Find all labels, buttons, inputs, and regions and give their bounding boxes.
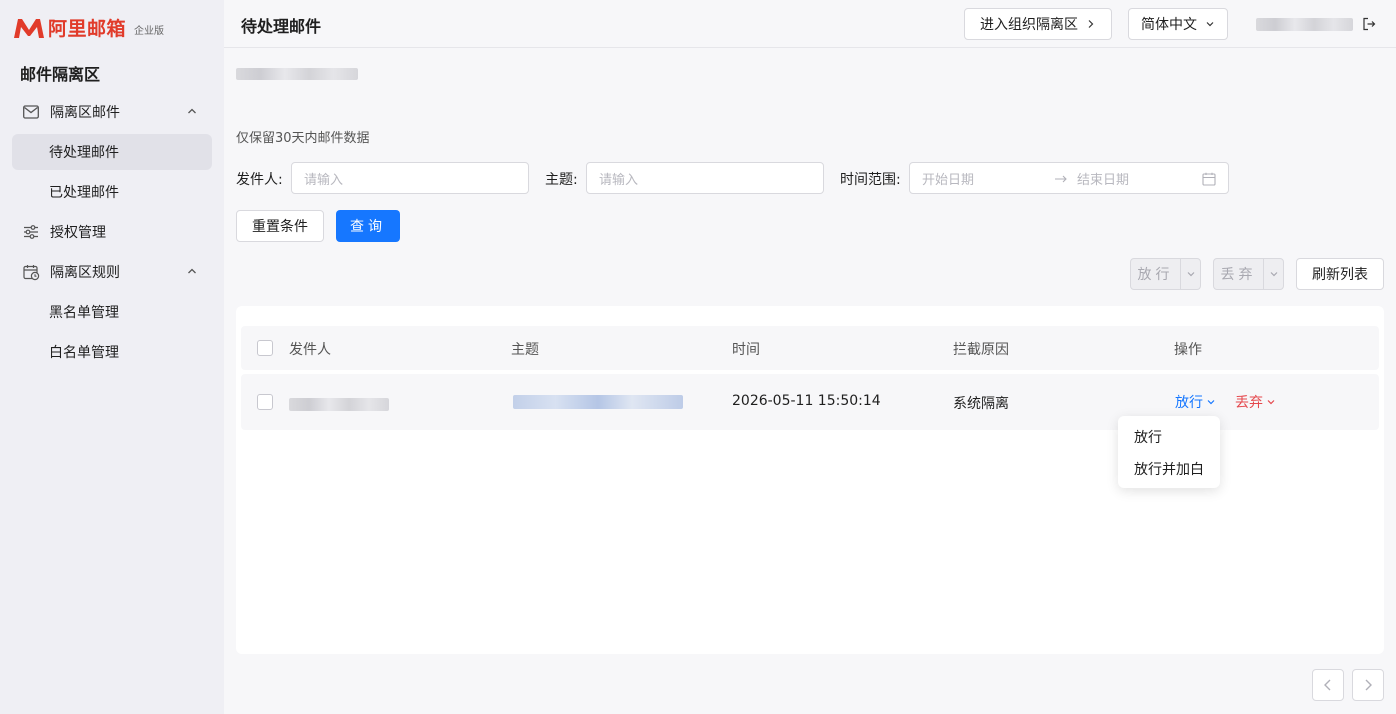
chevron-left-icon <box>1324 679 1331 691</box>
row-time: 2026-05-11 15:50:14 <box>732 393 881 409</box>
sidebar-item-label: 待处理邮件 <box>49 145 119 161</box>
end-date-placeholder[interactable]: 结束日期 <box>1077 169 1129 188</box>
logo: 阿里邮箱 企业版 <box>12 14 164 41</box>
calendar-clock-icon <box>22 263 40 281</box>
batch-release-label: 放行 <box>1137 267 1174 283</box>
refresh-label: 刷新列表 <box>1312 267 1368 283</box>
retention-notice: 仅保留30天内邮件数据 <box>236 131 370 146</box>
sender-redacted <box>289 398 389 411</box>
column-header-subject: 主题 <box>511 342 539 358</box>
enter-org-label: 进入组织隔离区 <box>980 17 1078 33</box>
batch-discard-label: 丢弃 <box>1220 267 1257 283</box>
start-date-placeholder[interactable]: 开始日期 <box>922 169 974 188</box>
chevron-up-icon <box>188 268 196 274</box>
row-release-dropdown[interactable]: 放行 <box>1175 392 1216 412</box>
sidebar-section-title: 邮件隔离区 <box>20 65 101 84</box>
prev-page-button[interactable] <box>1312 669 1344 701</box>
enter-org-quarantine-button[interactable]: 进入组织隔离区 <box>964 8 1112 40</box>
logo-m-icon <box>14 18 44 38</box>
query-label: 查询 <box>350 219 386 235</box>
language-select[interactable]: 简体中文 <box>1128 8 1228 40</box>
column-header-actions: 操作 <box>1174 342 1202 358</box>
release-dropdown-menu: 放行 放行并加白 <box>1118 416 1220 488</box>
language-label: 简体中文 <box>1141 17 1197 33</box>
next-page-button[interactable] <box>1352 669 1384 701</box>
row-checkbox[interactable] <box>257 394 273 410</box>
subject-filter-label: 主题: <box>545 172 578 188</box>
row-discard-dropdown[interactable]: 丢弃 <box>1235 392 1276 412</box>
chevron-down-icon[interactable] <box>1263 259 1283 289</box>
sidebar-item-quarantine-mail[interactable]: 隔离区邮件 <box>12 94 212 130</box>
sidebar-item-label: 隔离区邮件 <box>50 105 120 121</box>
mail-icon <box>22 103 40 121</box>
sidebar-item-label: 已处理邮件 <box>49 185 119 201</box>
query-button[interactable]: 查询 <box>336 210 400 242</box>
sidebar-item-label: 黑名单管理 <box>49 305 119 321</box>
main-content: 仅保留30天内邮件数据 发件人: 请输入 主题: 请输入 时间范围: 开始日期 … <box>224 48 1396 714</box>
arrow-right-icon <box>1055 175 1067 183</box>
sidebar-item-pending[interactable]: 待处理邮件 <box>12 134 212 170</box>
time-range-label: 时间范围: <box>840 172 901 188</box>
subject-link-redacted[interactable] <box>513 395 683 409</box>
reset-label: 重置条件 <box>252 219 308 235</box>
column-header-sender: 发件人 <box>289 342 331 358</box>
calendar-icon <box>1202 172 1216 186</box>
account-email-redacted <box>236 68 358 80</box>
column-header-time: 时间 <box>732 342 760 358</box>
sidebar-item-authorization[interactable]: 授权管理 <box>12 214 212 250</box>
row-reason: 系统隔离 <box>953 396 1009 412</box>
chevron-down-icon <box>1206 22 1214 27</box>
subject-placeholder: 请输入 <box>599 172 639 188</box>
batch-release-button[interactable]: 放行 <box>1130 258 1201 290</box>
sender-input[interactable]: 请输入 <box>291 162 529 194</box>
chevron-up-icon <box>188 108 196 114</box>
sidebar-item-quarantine-rules[interactable]: 隔离区规则 <box>12 254 212 290</box>
menu-item-release[interactable]: 放行 <box>1118 422 1220 454</box>
sliders-icon <box>22 223 40 241</box>
sender-filter-label: 发件人: <box>236 172 283 188</box>
sidebar-item-processed[interactable]: 已处理邮件 <box>12 174 212 210</box>
sidebar-item-blacklist[interactable]: 黑名单管理 <box>12 294 212 330</box>
logout-icon[interactable] <box>1362 17 1376 31</box>
sidebar-item-label: 白名单管理 <box>49 345 119 361</box>
chevron-down-icon <box>1207 400 1215 405</box>
chevron-down-icon[interactable] <box>1180 259 1200 289</box>
brand-edition: 企业版 <box>134 26 165 37</box>
row-discard-label: 丢弃 <box>1235 395 1263 411</box>
select-all-checkbox[interactable] <box>257 340 273 356</box>
sender-placeholder: 请输入 <box>304 172 344 188</box>
page-title: 待处理邮件 <box>241 17 322 36</box>
chevron-right-icon <box>1365 679 1372 691</box>
row-release-label: 放行 <box>1175 395 1203 411</box>
date-range-picker[interactable]: 开始日期 结束日期 <box>909 162 1229 194</box>
brand-name: 阿里邮箱 <box>48 18 127 40</box>
batch-discard-button[interactable]: 丢弃 <box>1213 258 1284 290</box>
chevron-right-icon <box>1088 20 1094 28</box>
user-account-redacted[interactable] <box>1256 18 1353 31</box>
table-header: 发件人 主题 时间 拦截原因 操作 <box>241 326 1379 370</box>
sidebar-item-label: 授权管理 <box>50 225 106 241</box>
sidebar-item-label: 隔离区规则 <box>50 265 120 281</box>
chevron-down-icon <box>1267 400 1275 405</box>
subject-input[interactable]: 请输入 <box>586 162 824 194</box>
refresh-list-button[interactable]: 刷新列表 <box>1296 258 1384 290</box>
menu-item-release-and-whitelist[interactable]: 放行并加白 <box>1118 454 1220 486</box>
reset-filters-button[interactable]: 重置条件 <box>236 210 324 242</box>
sidebar: 阿里邮箱 企业版 邮件隔离区 隔离区邮件 待处理邮件 已处理邮件 授权管理 隔离… <box>0 0 224 714</box>
top-bar: 待处理邮件 进入组织隔离区 简体中文 <box>224 0 1396 48</box>
column-header-reason: 拦截原因 <box>953 342 1009 358</box>
sidebar-item-whitelist[interactable]: 白名单管理 <box>12 334 212 370</box>
